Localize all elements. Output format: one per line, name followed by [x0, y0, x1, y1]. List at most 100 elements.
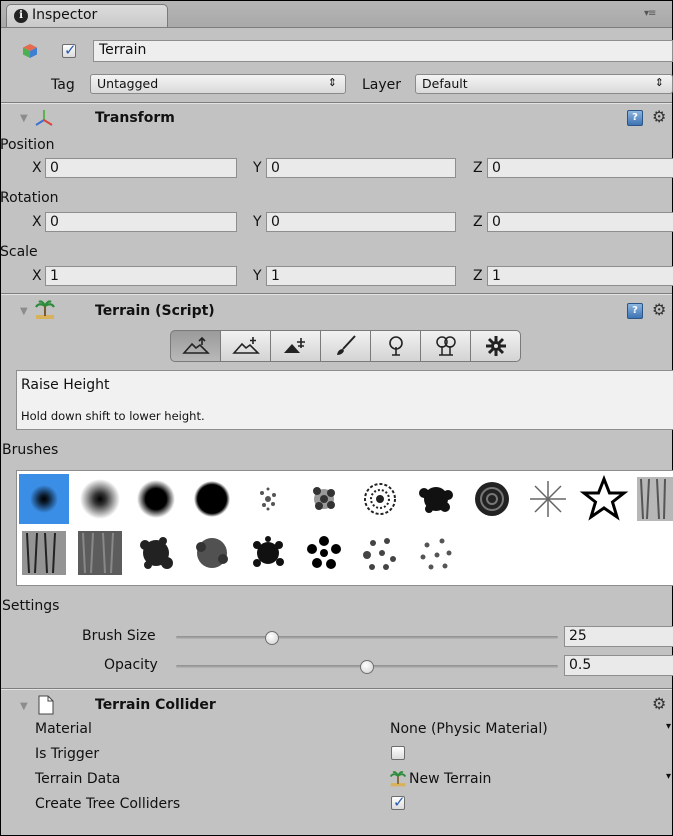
divider [1, 689, 672, 690]
terrain-data-value[interactable]: New Terrain [409, 771, 491, 787]
brush-size-slider-thumb[interactable] [264, 631, 279, 645]
scale-x-field[interactable]: 1 [45, 266, 237, 286]
rotation-z-field[interactable]: 0 [487, 212, 673, 232]
gear-icon[interactable]: ⚙ [652, 107, 666, 126]
brush-6[interactable] [313, 487, 335, 510]
brush-4[interactable] [194, 481, 230, 517]
brush-19[interactable] [363, 538, 396, 570]
position-label: Position [0, 137, 55, 153]
scale-y-field[interactable]: 1 [266, 266, 456, 286]
foldout-arrow-icon[interactable]: ▼ [20, 306, 28, 317]
layer-label: Layer [362, 77, 402, 93]
rotation-x-field[interactable]: 0 [45, 212, 237, 232]
axis-x-label: X [32, 160, 42, 176]
brush-8[interactable] [419, 487, 453, 513]
brush-11[interactable] [579, 474, 629, 521]
paint-texture-tool-button[interactable] [320, 330, 371, 362]
opacity-slider-thumb[interactable] [360, 660, 374, 674]
create-tree-colliders-label: Create Tree Colliders [35, 796, 181, 812]
position-y-field[interactable]: 0 [266, 158, 456, 178]
foldout-arrow-icon[interactable]: ▼ [20, 113, 28, 124]
axis-z-label: Z [473, 268, 483, 284]
material-label: Material [35, 721, 92, 737]
brushes-label: Brushes [2, 442, 59, 458]
object-name-field[interactable]: Terrain [93, 40, 673, 62]
opacity-field[interactable]: 0.5 [564, 655, 673, 676]
dropdown-arrow-icon[interactable]: ▾ [666, 771, 671, 782]
layer-value: Default [422, 76, 468, 91]
gameobject-cube-icon [23, 44, 37, 58]
brush-previews [19, 474, 673, 575]
brush-7[interactable] [364, 483, 396, 515]
position-z-field[interactable]: 0 [487, 158, 673, 178]
terrain-script-title: Terrain (Script) [95, 303, 215, 319]
terrain-collider-title: Terrain Collider [95, 697, 216, 713]
terrain-palm-icon [389, 771, 407, 787]
transform-axes-icon [35, 110, 53, 126]
brush-1[interactable] [19, 474, 69, 524]
tab-label: Inspector [32, 7, 98, 23]
paint-details-tool-button[interactable] [420, 330, 471, 362]
brush-size-slider-track[interactable] [176, 636, 558, 639]
axis-x-label: X [32, 214, 42, 230]
raise-terrain-icon [181, 336, 210, 354]
tool-hint: Hold down shift to lower height. [21, 409, 205, 423]
paint-height-icon [231, 337, 260, 354]
settings-gear-icon [485, 336, 506, 356]
brush-16[interactable] [196, 538, 228, 568]
tree-icon [388, 336, 403, 356]
smooth-height-icon [283, 338, 305, 353]
material-value[interactable]: None (Physic Material) [390, 721, 548, 737]
help-book-icon[interactable]: ? [627, 110, 643, 126]
brush-2[interactable] [80, 479, 120, 519]
brush-20[interactable] [420, 538, 452, 570]
updown-arrow-icon: ⇕ [327, 76, 337, 89]
updown-arrow-icon: ⇕ [654, 76, 664, 89]
axis-z-label: Z [473, 160, 483, 176]
rotation-y-field[interactable]: 0 [266, 212, 456, 232]
position-x-field[interactable]: 0 [45, 158, 237, 178]
tab-menu-icon[interactable]: ▾≡ [644, 8, 656, 19]
tab-inspector[interactable]: i Inspector [6, 4, 168, 27]
axis-z-label: Z [473, 214, 483, 230]
brush-12[interactable] [637, 477, 673, 521]
brush-14[interactable] [78, 531, 122, 575]
tool-description-box: Raise Height Hold down shift to lower he… [16, 370, 673, 430]
brush-10[interactable] [530, 481, 566, 517]
info-icon: i [14, 9, 28, 23]
paint-height-tool-button[interactable] [220, 330, 271, 362]
brush-17[interactable] [253, 536, 284, 567]
brush-5[interactable] [260, 487, 276, 511]
layer-dropdown[interactable]: Default ⇕ [415, 74, 673, 94]
gear-icon[interactable]: ⚙ [652, 300, 666, 319]
transform-title: Transform [95, 110, 175, 126]
divider [1, 294, 672, 295]
active-checkbox[interactable] [62, 41, 77, 59]
raise-lower-tool-button[interactable] [170, 330, 221, 362]
gear-icon[interactable]: ⚙ [652, 694, 666, 713]
create-tree-colliders-checkbox[interactable] [391, 793, 406, 811]
brush-9[interactable] [475, 482, 509, 516]
tag-dropdown[interactable]: Untagged ⇕ [90, 74, 346, 94]
foldout-arrow-icon[interactable]: ▼ [20, 701, 28, 712]
brush-grid [16, 470, 673, 586]
axis-y-label: Y [253, 268, 262, 284]
scale-z-field[interactable]: 1 [487, 266, 673, 286]
divider [1, 103, 672, 104]
brush-13[interactable] [22, 531, 66, 575]
is-trigger-checkbox[interactable] [391, 746, 405, 760]
place-trees-tool-button[interactable] [370, 330, 421, 362]
smooth-height-tool-button[interactable] [270, 330, 321, 362]
tool-name: Raise Height [21, 377, 110, 393]
is-trigger-label: Is Trigger [35, 746, 100, 762]
brush-size-field[interactable]: 25 [564, 626, 673, 647]
dropdown-arrow-icon[interactable]: ▾ [666, 721, 671, 732]
brush-size-label: Brush Size [82, 628, 156, 644]
brush-3[interactable] [137, 480, 175, 518]
terrain-settings-tool-button[interactable] [470, 330, 521, 362]
tag-value: Untagged [97, 76, 159, 91]
help-book-icon[interactable]: ? [627, 303, 643, 319]
brush-15[interactable] [140, 537, 173, 569]
details-icon [435, 336, 456, 356]
brush-18[interactable] [307, 536, 341, 569]
